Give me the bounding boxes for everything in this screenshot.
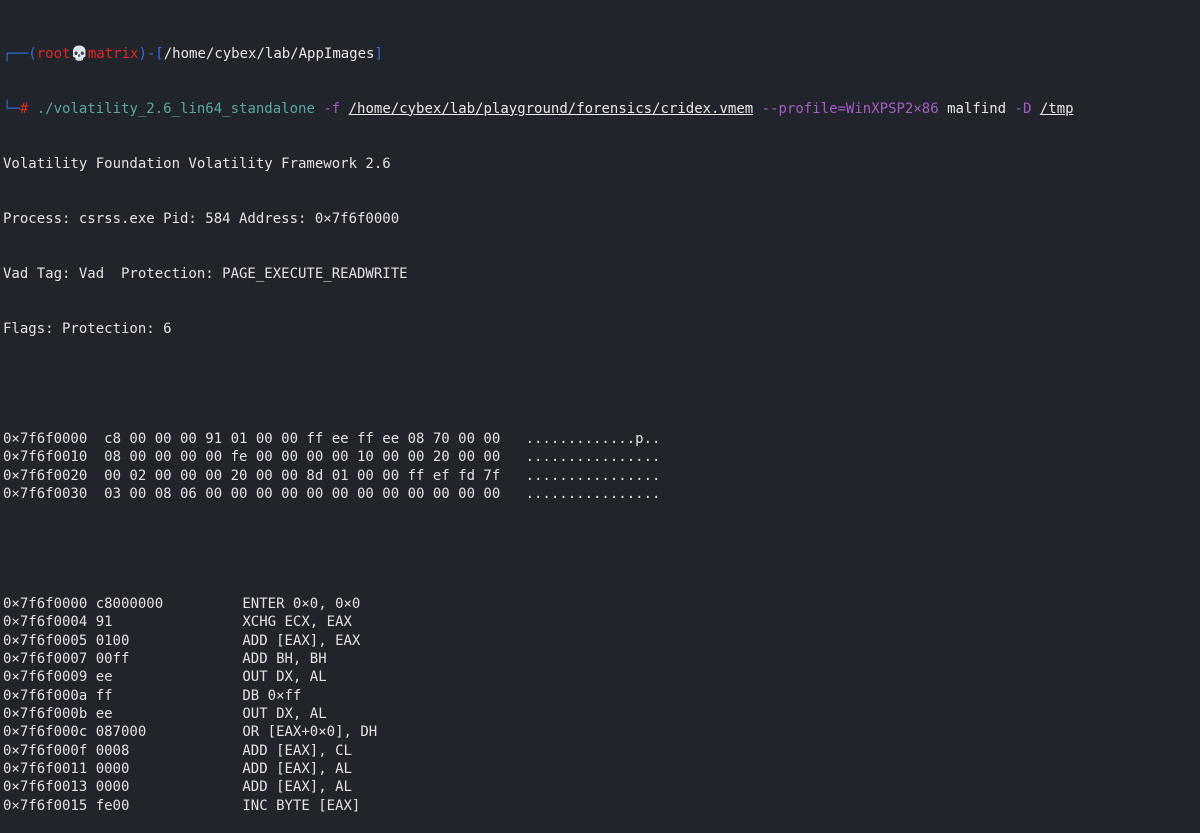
hexdump-row: 0×7f6f0000 c8 00 00 00 91 01 00 00 ff ee … <box>3 430 1200 448</box>
disasm-instruction: ADD [EAX], AL <box>242 779 352 796</box>
disasm-bytes: c8000000 <box>95 596 164 612</box>
hex-address: 0×7f6f0030 <box>3 485 88 502</box>
disasm-bytes: 00ff <box>95 651 130 668</box>
disasm-instruction: DB 0×ff <box>242 687 302 704</box>
command-line[interactable]: └─# ./volatility_2.6_lin64_standalone -f… <box>3 100 1200 118</box>
disasm-instruction: ENTER 0×0, 0×0 <box>242 596 361 612</box>
disasm-instruction: ADD [EAX], EAX <box>242 632 361 649</box>
prompt-host: matrix <box>87 45 139 62</box>
output-header-line: Volatility Foundation Volatility Framewo… <box>3 155 391 172</box>
hex-bytes: 00 02 00 00 00 20 00 00 8d 01 00 00 ff e… <box>104 467 501 484</box>
command-profile: --profile=WinXPSP2×86 <box>761 100 939 117</box>
output-header-line: Flags: Protection: 6 <box>3 320 172 337</box>
disasm-row: 0×7f6f0009 ee OUT DX, AL <box>3 668 1200 686</box>
disasm-row: 0×7f6f000a ff DB 0×ff <box>3 687 1200 705</box>
hexdump-row: 0×7f6f0020 00 02 00 00 00 20 00 00 8d 01 … <box>3 467 1200 485</box>
disasm-instruction: XCHG ECX, EAX <box>242 614 352 631</box>
disasm-row: 0×7f6f0013 0000 ADD [EAX], AL <box>3 778 1200 796</box>
skull-icon: 💀 <box>70 45 88 62</box>
prompt-frame: ┌──( <box>3 45 37 62</box>
hex-bytes: 08 00 00 00 00 fe 00 00 00 00 10 00 00 2… <box>104 449 501 466</box>
hex-bytes: c8 00 00 00 91 01 00 00 ff ee ff ee 08 7… <box>104 430 501 447</box>
disasm-address: 0×7f6f0004 <box>3 614 88 631</box>
output-header-line: Vad Tag: Vad Protection: PAGE_EXECUTE_RE… <box>3 265 408 282</box>
hex-address: 0×7f6f0010 <box>3 449 88 466</box>
command-file-path[interactable]: /home/cybex/lab/playground/forensics/cri… <box>349 101 754 117</box>
disasm-row: 0×7f6f0000 c8000000 ENTER 0×0, 0×0 <box>3 595 1200 613</box>
disasm-bytes: 0008 <box>95 742 130 759</box>
hex-ascii: ................ <box>525 467 661 484</box>
terminal-output[interactable]: ┌──(root💀matrix)-[/home/cybex/lab/AppIma… <box>0 0 1200 833</box>
disasm-row: 0×7f6f0015 fe00 INC BYTE [EAX] <box>3 797 1200 815</box>
command-flag-f: -f <box>323 100 341 117</box>
disasm-instruction: ADD [EAX], AL <box>242 761 352 778</box>
disasm-bytes: fe00 <box>95 797 130 814</box>
command-flag-d: -D <box>1014 100 1032 117</box>
disasm-bytes: 087000 <box>95 724 147 741</box>
disasm-address: 0×7f6f0005 <box>3 632 88 649</box>
prompt-user: root <box>36 45 71 62</box>
hexdump-row: 0×7f6f0010 08 00 00 00 00 fe 00 00 00 00 … <box>3 448 1200 466</box>
prompt-bracket: ] <box>374 45 383 62</box>
disasm-instruction: OR [EAX+0×0], DH <box>242 724 378 741</box>
disasm-row: 0×7f6f000b ee OUT DX, AL <box>3 705 1200 723</box>
hex-address: 0×7f6f0000 <box>3 430 88 447</box>
disasm-address: 0×7f6f000f <box>3 742 88 759</box>
disasm-address: 0×7f6f0007 <box>3 651 88 668</box>
disasm-address: 0×7f6f0009 <box>3 669 88 686</box>
disasm-instruction: OUT DX, AL <box>242 669 327 686</box>
disasm-row: 0×7f6f0011 0000 ADD [EAX], AL <box>3 760 1200 778</box>
command-program: ./volatility_2.6_lin64_standalone <box>36 100 315 117</box>
hex-ascii: ................ <box>525 485 661 502</box>
disasm-instruction: ADD BH, BH <box>242 651 327 668</box>
disasm-row: 0×7f6f0005 0100 ADD [EAX], EAX <box>3 632 1200 650</box>
command-dump-dir[interactable]: /tmp <box>1040 101 1074 117</box>
hex-bytes: 03 00 08 06 00 00 00 00 00 00 00 00 00 0… <box>104 485 501 502</box>
disasm-address: 0×7f6f000a <box>3 687 88 704</box>
disasm-address: 0×7f6f0011 <box>3 761 88 778</box>
disasm-bytes: 0100 <box>95 632 130 649</box>
disasm-instruction: OUT DX, AL <box>242 706 327 723</box>
disasm-bytes: ee <box>95 669 113 686</box>
hex-ascii: ................ <box>525 449 661 466</box>
hexdump: 0×7f6f0000 c8 00 00 00 91 01 00 00 ff ee … <box>3 430 1200 503</box>
prompt-cwd: /home/cybex/lab/AppImages <box>163 45 375 62</box>
disasm-address: 0×7f6f000c <box>3 724 88 741</box>
disasm-bytes: 0000 <box>95 761 130 778</box>
disasm-address: 0×7f6f0000 <box>3 596 88 612</box>
disasm-row: 0×7f6f000c 087000 OR [EAX+0×0], DH <box>3 723 1200 741</box>
disasm-address: 0×7f6f0013 <box>3 779 88 796</box>
prompt-line: ┌──(root💀matrix)-[/home/cybex/lab/AppIma… <box>3 45 1200 63</box>
hexdump-row: 0×7f6f0030 03 00 08 06 00 00 00 00 00 00 … <box>3 485 1200 503</box>
hex-ascii: .............p.. <box>525 430 661 447</box>
hex-address: 0×7f6f0020 <box>3 467 88 484</box>
disasm-address: 0×7f6f0015 <box>3 797 88 814</box>
disasm-bytes: ee <box>95 706 113 723</box>
output-header-line: Process: csrss.exe Pid: 584 Address: 0×7… <box>3 210 400 227</box>
disasm-bytes: ff <box>95 687 113 704</box>
prompt-frame-bottom: └─ <box>3 100 20 117</box>
disasm-row: 0×7f6f0004 91 XCHG ECX, EAX <box>3 613 1200 631</box>
prompt-hash: # <box>19 100 29 117</box>
disasm-instruction: ADD [EAX], CL <box>242 742 352 759</box>
prompt-separator: )-[ <box>138 45 164 62</box>
disasm-instruction: INC BYTE [EAX] <box>242 797 361 814</box>
disasm-row: 0×7f6f000f 0008 ADD [EAX], CL <box>3 742 1200 760</box>
disasm-bytes: 91 <box>95 614 113 631</box>
disassembly: 0×7f6f0000 c8000000 ENTER 0×0, 0×0 0×7f6f00… <box>3 595 1200 815</box>
disasm-row: 0×7f6f0007 00ff ADD BH, BH <box>3 650 1200 668</box>
disasm-address: 0×7f6f000b <box>3 706 88 723</box>
command-plugin: malfind <box>947 100 1007 117</box>
disasm-bytes: 0000 <box>95 779 130 796</box>
